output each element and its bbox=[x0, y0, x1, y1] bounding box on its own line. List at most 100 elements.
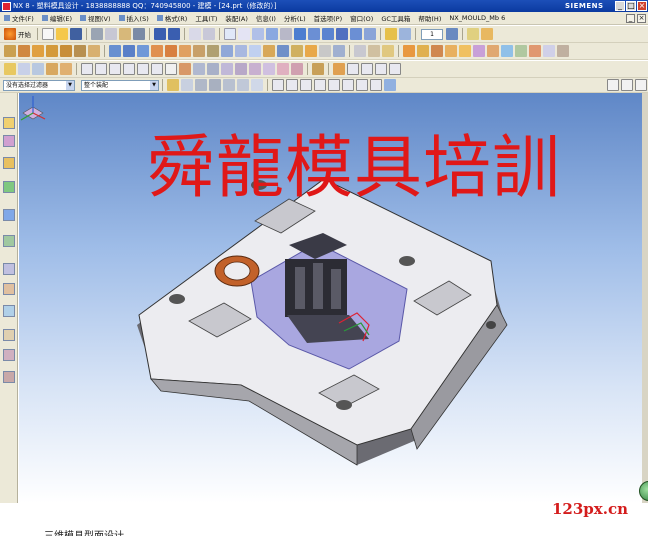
snap-arc-center-icon[interactable] bbox=[314, 79, 326, 91]
subtract-icon[interactable] bbox=[123, 45, 135, 57]
assembly-navigator-icon[interactable] bbox=[3, 117, 15, 129]
snap-quadrant-icon[interactable] bbox=[237, 79, 249, 91]
pan-icon[interactable] bbox=[280, 28, 292, 40]
menu-edit[interactable]: 编辑(E) bbox=[38, 13, 76, 23]
part-navigator-icon[interactable] bbox=[3, 157, 15, 169]
start-icon[interactable] bbox=[4, 28, 16, 40]
menu-gc-toolkit[interactable]: GC工具箱 bbox=[377, 13, 414, 23]
rectangle-select-icon[interactable] bbox=[4, 63, 16, 75]
zoom-in-out-icon[interactable] bbox=[252, 28, 264, 40]
zoom-icon[interactable] bbox=[238, 28, 250, 40]
new-file-icon[interactable] bbox=[42, 28, 54, 40]
measure-distance-icon[interactable] bbox=[467, 28, 479, 40]
select-all-icon[interactable] bbox=[181, 79, 193, 91]
menu-format[interactable]: 格式(R) bbox=[153, 13, 192, 23]
shell-icon[interactable] bbox=[179, 45, 191, 57]
replace-face-icon[interactable] bbox=[249, 45, 261, 57]
snap-control-point-icon[interactable] bbox=[342, 79, 354, 91]
edit-curve-icon[interactable] bbox=[312, 63, 324, 75]
intersect-icon[interactable] bbox=[137, 45, 149, 57]
cavity-layout-icon[interactable] bbox=[473, 45, 485, 57]
select-icon[interactable] bbox=[189, 28, 201, 40]
isoparametric-curve-icon[interactable] bbox=[263, 63, 275, 75]
mold-csys-icon[interactable] bbox=[431, 45, 443, 57]
sketch-icon[interactable] bbox=[4, 45, 16, 57]
copy-icon[interactable] bbox=[105, 28, 117, 40]
paste-icon[interactable] bbox=[119, 28, 131, 40]
snap-endpoint-icon[interactable] bbox=[195, 79, 207, 91]
menu-view[interactable]: 视图(V) bbox=[76, 13, 115, 23]
move-face-icon[interactable] bbox=[354, 45, 366, 57]
unite-icon[interactable] bbox=[109, 45, 121, 57]
resource-split-icon[interactable] bbox=[621, 79, 633, 91]
type-filter-dropdown[interactable]: 没有选择过滤器 ▼ bbox=[3, 79, 75, 91]
offset-curve-icon[interactable] bbox=[179, 63, 191, 75]
work-layer-field[interactable]: 1 bbox=[421, 28, 443, 40]
top-view-icon[interactable] bbox=[336, 28, 348, 40]
restore-doc-button[interactable]: _ bbox=[626, 13, 635, 23]
rectangle-icon[interactable] bbox=[109, 63, 121, 75]
process-studio-icon[interactable] bbox=[3, 283, 15, 295]
selection-intent-icon[interactable] bbox=[384, 79, 396, 91]
right-view-icon[interactable] bbox=[350, 28, 362, 40]
swept-icon[interactable] bbox=[389, 63, 401, 75]
edge-blend-icon[interactable] bbox=[151, 45, 163, 57]
extrude-icon[interactable] bbox=[32, 45, 44, 57]
snap-center-icon[interactable] bbox=[223, 79, 235, 91]
snap-bounded-grid-icon[interactable] bbox=[370, 79, 382, 91]
trim-curve-icon[interactable] bbox=[277, 63, 289, 75]
web-browser-icon[interactable] bbox=[3, 209, 15, 221]
intersection-curve-icon[interactable] bbox=[207, 63, 219, 75]
selection-scope-dropdown[interactable]: 整个装配 ▼ bbox=[81, 79, 159, 91]
nx-app-icon[interactable] bbox=[2, 1, 11, 11]
synchronous-icon[interactable] bbox=[382, 45, 394, 57]
front-view-icon[interactable] bbox=[322, 28, 334, 40]
n-sided-surface-icon[interactable] bbox=[375, 63, 387, 75]
manufacturing-wizard-icon[interactable] bbox=[3, 329, 15, 341]
revolve-icon[interactable] bbox=[46, 45, 58, 57]
menu-insert[interactable]: 插入(S) bbox=[115, 13, 153, 23]
snap-midpoint-icon[interactable] bbox=[209, 79, 221, 91]
resource-full-icon[interactable] bbox=[635, 79, 647, 91]
point-icon[interactable] bbox=[32, 63, 44, 75]
ruled-surface-icon[interactable] bbox=[361, 63, 373, 75]
sew-icon[interactable] bbox=[319, 45, 331, 57]
open-folder-icon[interactable] bbox=[56, 28, 68, 40]
measure-angle-icon[interactable] bbox=[481, 28, 493, 40]
point-set-icon[interactable] bbox=[46, 63, 58, 75]
menu-nx-mould[interactable]: NX_MOULD_Mb 6 bbox=[445, 14, 509, 22]
mold-wizard-navigator-icon[interactable] bbox=[3, 349, 15, 361]
mold-tools-icon[interactable] bbox=[487, 45, 499, 57]
minimize-button[interactable]: _ bbox=[615, 1, 625, 11]
boss-icon[interactable] bbox=[74, 45, 86, 57]
graphics-window[interactable]: 舜龍模具培訓 bbox=[19, 93, 648, 503]
polygon-icon[interactable] bbox=[123, 63, 135, 75]
offset-face-icon[interactable] bbox=[207, 45, 219, 57]
maximize-button[interactable]: □ bbox=[626, 1, 636, 11]
draft-icon[interactable] bbox=[193, 45, 205, 57]
parting-tools-icon[interactable] bbox=[501, 45, 513, 57]
snap-on-face-icon[interactable] bbox=[300, 79, 312, 91]
join-curve-icon[interactable] bbox=[235, 63, 247, 75]
mold-base-icon[interactable] bbox=[515, 45, 527, 57]
layer-visibility-icon[interactable] bbox=[446, 28, 458, 40]
trim-body-icon[interactable] bbox=[221, 45, 233, 57]
patch-icon[interactable] bbox=[333, 45, 345, 57]
repeat-command-icon[interactable] bbox=[203, 28, 215, 40]
divide-curve-icon[interactable] bbox=[291, 63, 303, 75]
mold-wizard-icon[interactable] bbox=[403, 45, 415, 57]
menu-preferences[interactable]: 首选项(P) bbox=[310, 13, 347, 23]
datum-axis-icon[interactable] bbox=[60, 63, 72, 75]
standard-part-icon[interactable] bbox=[529, 45, 541, 57]
layer-settings-icon[interactable] bbox=[385, 28, 397, 40]
helix-icon[interactable] bbox=[151, 63, 163, 75]
roles-icon[interactable] bbox=[3, 305, 15, 317]
slider-lifter-icon[interactable] bbox=[557, 45, 569, 57]
pocket-icon[interactable] bbox=[88, 45, 100, 57]
viewport-scroll-strip[interactable] bbox=[642, 93, 648, 503]
arc-icon[interactable] bbox=[95, 63, 107, 75]
menu-tools[interactable]: 工具(T) bbox=[191, 13, 221, 23]
snap-on-curve-icon[interactable] bbox=[286, 79, 298, 91]
shrinkage-icon[interactable] bbox=[445, 45, 457, 57]
line-icon[interactable] bbox=[81, 63, 93, 75]
